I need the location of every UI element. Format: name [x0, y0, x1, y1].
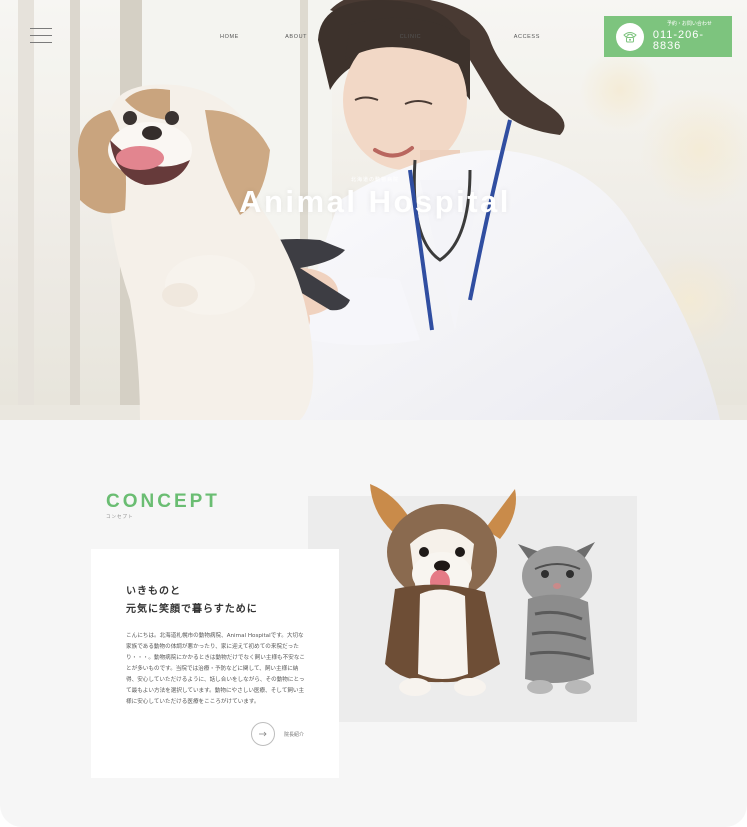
phone-label: 予約・お問い合わせ [666, 20, 712, 27]
hero-title: Animal Hospital [239, 184, 511, 219]
global-nav: HOME ABOUT CLINIC ACCESS [220, 30, 540, 44]
nav-item-about[interactable]: ABOUT [285, 34, 307, 40]
puppy-and-kitten-photo [370, 484, 595, 696]
concept-card-body: こんにちは。北海道札幌市の動物病院、Animal Hospitalです。大切な家… [126, 633, 306, 705]
menu-icon[interactable] [30, 28, 52, 44]
arrow-right-icon[interactable] [251, 722, 275, 746]
concept-card: いきものと 元気に笑顔で暮らすために こんにちは。北海道札幌市の動物病院、Ani… [91, 549, 339, 778]
nav-item-home[interactable]: HOME [220, 34, 239, 40]
concept-heading: CONCEPT [106, 491, 220, 512]
hero-subtitle: 北海道の動物病院 [350, 177, 399, 183]
hero-section: HOME ABOUT CLINIC ACCESS 予約・お問い合わせ 011-2… [0, 0, 747, 420]
phone-reservation-button[interactable]: 予約・お問い合わせ 011-206-8836 [604, 16, 732, 57]
nav-item-clinic[interactable]: CLINIC [400, 34, 422, 40]
nav-item-access[interactable]: ACCESS [514, 34, 540, 40]
concept-card-heading-line-1: いきものと [126, 586, 181, 597]
concept-card-heading-line-2: 元気に笑顔で暮らすために [126, 604, 258, 615]
director-intro-label: 院長紹介 [284, 731, 305, 738]
concept-card-heading: いきものと 元気に笑顔で暮らすために [126, 583, 316, 619]
page: HOME ABOUT CLINIC ACCESS 予約・お問い合わせ 011-2… [0, 0, 747, 827]
concept-subheading: コンセプト [106, 515, 134, 520]
phone-icon [616, 22, 644, 51]
director-intro-link[interactable]: 院長紹介 [251, 722, 304, 746]
phone-number: 011-206-8836 [652, 28, 705, 52]
phone-text: 予約・お問い合わせ 011-206-8836 [652, 20, 732, 52]
